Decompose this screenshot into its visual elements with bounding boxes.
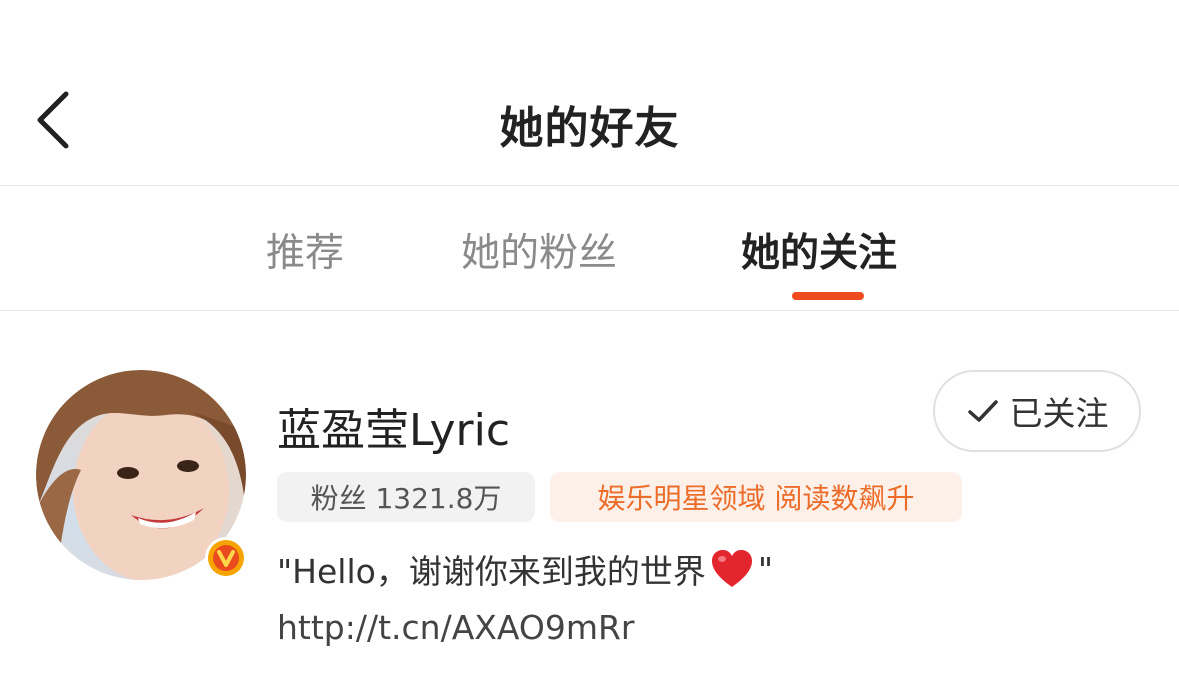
following-button[interactable]: 已关注: [933, 370, 1141, 452]
active-tab-indicator: [792, 292, 864, 300]
tab-recommend[interactable]: 推荐: [266, 222, 344, 278]
username[interactable]: 蓝盈莹Lyric: [277, 394, 510, 458]
tab-her-fans[interactable]: 她的粉丝: [461, 222, 617, 278]
page-title: 她的好友: [499, 103, 680, 154]
domain-tag: 娱乐明星领域 阅读数飙升: [550, 472, 962, 522]
verified-v-icon: [205, 537, 247, 579]
header-bar: 她的好友: [0, 0, 1179, 185]
check-icon: [967, 400, 998, 422]
following-label: 已关注: [1009, 394, 1109, 433]
tab-her-following[interactable]: 她的关注: [741, 222, 897, 278]
bio: "Hello，谢谢你来到我的世界 ": [277, 545, 773, 593]
tabs-divider: [0, 310, 1179, 311]
bio-quote-end: ": [757, 549, 774, 589]
red-heart-icon: [711, 550, 752, 587]
bio-link[interactable]: http://t.cn/AXAO9mRr: [277, 608, 635, 647]
followers-count-tag: 粉丝 1321.8万: [277, 472, 535, 522]
avatar[interactable]: [36, 370, 247, 580]
header-divider: [0, 185, 1179, 186]
bio-text: "Hello，谢谢你来到我的世界: [277, 552, 706, 591]
